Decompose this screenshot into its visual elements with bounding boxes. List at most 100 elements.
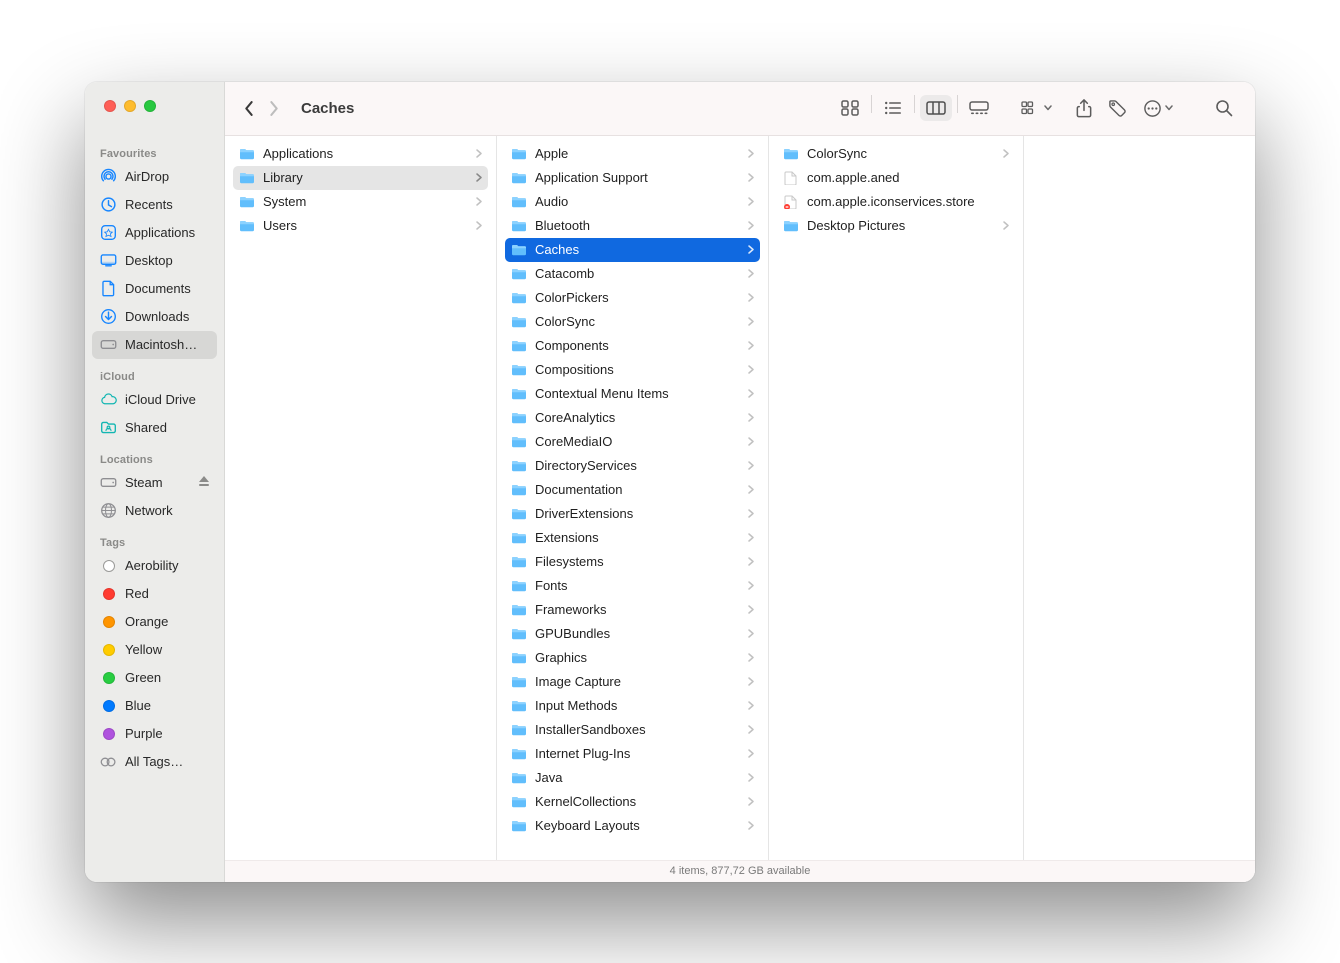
- sidebar-item[interactable]: Shared: [92, 414, 217, 442]
- file-row-label: Documentation: [535, 482, 740, 497]
- sidebar-item[interactable]: iCloud Drive: [92, 386, 217, 414]
- column-scroll[interactable]: AppleApplication SupportAudioBluetoothCa…: [497, 136, 768, 860]
- file-row[interactable]: Components: [505, 334, 760, 358]
- folder-icon: [511, 267, 527, 280]
- sidebar-item[interactable]: Network: [92, 497, 217, 525]
- file-row[interactable]: CoreAnalytics: [505, 406, 760, 430]
- file-row[interactable]: GPUBundles: [505, 622, 760, 646]
- file-row[interactable]: Frameworks: [505, 598, 760, 622]
- file-row[interactable]: DriverExtensions: [505, 502, 760, 526]
- file-row-label: System: [263, 194, 468, 209]
- file-row[interactable]: System: [233, 190, 488, 214]
- sidebar-item[interactable]: Steam: [92, 469, 217, 497]
- file-row-label: Catacomb: [535, 266, 740, 281]
- file-row-label: Library: [263, 170, 468, 185]
- file-row[interactable]: Caches: [505, 238, 760, 262]
- file-row[interactable]: Users: [233, 214, 488, 238]
- sidebar-item[interactable]: Downloads: [92, 303, 217, 331]
- file-row[interactable]: Catacomb: [505, 262, 760, 286]
- tag-button[interactable]: [1102, 95, 1133, 121]
- file-row[interactable]: Application Support: [505, 166, 760, 190]
- file-row[interactable]: InstallerSandboxes: [505, 718, 760, 742]
- file-row[interactable]: ColorSync: [505, 310, 760, 334]
- file-row-label: Apple: [535, 146, 740, 161]
- sidebar-item[interactable]: Macintosh…: [92, 331, 217, 359]
- chevron-down-icon: [1165, 105, 1173, 111]
- column-scroll[interactable]: [1024, 136, 1255, 860]
- minimize-button[interactable]: [124, 100, 136, 112]
- list-view-button[interactable]: [877, 95, 909, 121]
- file-row[interactable]: Audio: [505, 190, 760, 214]
- chevron-right-icon: [748, 170, 754, 185]
- file-row-label: Application Support: [535, 170, 740, 185]
- file-row-label: Components: [535, 338, 740, 353]
- file-row[interactable]: Bluetooth: [505, 214, 760, 238]
- sidebar-item[interactable]: AirDrop: [92, 163, 217, 191]
- tag-orange-icon: [100, 613, 117, 630]
- file-row[interactable]: Contextual Menu Items: [505, 382, 760, 406]
- chevron-right-icon: [748, 194, 754, 209]
- file-row[interactable]: KernelCollections: [505, 790, 760, 814]
- sidebar-item[interactable]: Red: [92, 580, 217, 608]
- main: Caches: [225, 82, 1255, 882]
- tag-blue-icon: [100, 697, 117, 714]
- file-row-label: Internet Plug-Ins: [535, 746, 740, 761]
- file-row[interactable]: CoreMediaIO: [505, 430, 760, 454]
- folder-icon: [511, 435, 527, 448]
- eject-icon[interactable]: [198, 475, 211, 490]
- file-row[interactable]: ColorPickers: [505, 286, 760, 310]
- column-scroll[interactable]: ColorSynccom.apple.anedcom.apple.iconser…: [769, 136, 1023, 860]
- file-row[interactable]: Desktop Pictures: [777, 214, 1015, 238]
- file-row[interactable]: Graphics: [505, 646, 760, 670]
- file-row[interactable]: Documentation: [505, 478, 760, 502]
- icon-view-button[interactable]: [834, 95, 866, 121]
- clock-icon: [100, 196, 117, 213]
- file-row[interactable]: Applications: [233, 142, 488, 166]
- action-button[interactable]: [1137, 95, 1179, 121]
- sidebar-item[interactable]: Orange: [92, 608, 217, 636]
- file-row[interactable]: Image Capture: [505, 670, 760, 694]
- back-button[interactable]: [237, 94, 261, 122]
- zoom-button[interactable]: [144, 100, 156, 112]
- sidebar-item[interactable]: Desktop: [92, 247, 217, 275]
- group-icon: [1021, 100, 1041, 116]
- chevron-right-icon: [748, 818, 754, 833]
- group-button[interactable]: [1015, 95, 1058, 121]
- column-view-button[interactable]: [920, 95, 952, 121]
- file-row[interactable]: Java: [505, 766, 760, 790]
- file-row[interactable]: Input Methods: [505, 694, 760, 718]
- file-row[interactable]: Filesystems: [505, 550, 760, 574]
- sidebar-item[interactable]: Green: [92, 664, 217, 692]
- sidebar-item[interactable]: Documents: [92, 275, 217, 303]
- file-row[interactable]: Internet Plug-Ins: [505, 742, 760, 766]
- file-row[interactable]: ColorSync: [777, 142, 1015, 166]
- sidebar-item[interactable]: Aerobility: [92, 552, 217, 580]
- column-scroll[interactable]: Applications Library System Users: [225, 136, 496, 860]
- file-row-label: GPUBundles: [535, 626, 740, 641]
- file-row[interactable]: Apple: [505, 142, 760, 166]
- file-row[interactable]: com.apple.aned: [777, 166, 1015, 190]
- sidebar-item[interactable]: Applications: [92, 219, 217, 247]
- file-row[interactable]: com.apple.iconservices.store: [777, 190, 1015, 214]
- forward-button[interactable]: [261, 94, 285, 122]
- file-row[interactable]: Keyboard Layouts: [505, 814, 760, 838]
- file-row[interactable]: Fonts: [505, 574, 760, 598]
- search-button[interactable]: [1209, 95, 1239, 121]
- file-row[interactable]: Library: [233, 166, 488, 190]
- icon-view-icon: [841, 100, 859, 116]
- file-row-label: Image Capture: [535, 674, 740, 689]
- sidebar-item[interactable]: Yellow: [92, 636, 217, 664]
- sidebar-item[interactable]: Recents: [92, 191, 217, 219]
- file-row[interactable]: Extensions: [505, 526, 760, 550]
- close-button[interactable]: [104, 100, 116, 112]
- file-row[interactable]: DirectoryServices: [505, 454, 760, 478]
- sidebar-item[interactable]: Blue: [92, 692, 217, 720]
- share-button[interactable]: [1070, 95, 1098, 121]
- folder-icon: [511, 579, 527, 592]
- file-row[interactable]: Compositions: [505, 358, 760, 382]
- sidebar-item[interactable]: All Tags…: [92, 748, 217, 776]
- gallery-view-button[interactable]: [963, 95, 995, 121]
- sidebar-item[interactable]: Purple: [92, 720, 217, 748]
- folder-icon: [511, 531, 527, 544]
- folder-icon: [783, 219, 799, 232]
